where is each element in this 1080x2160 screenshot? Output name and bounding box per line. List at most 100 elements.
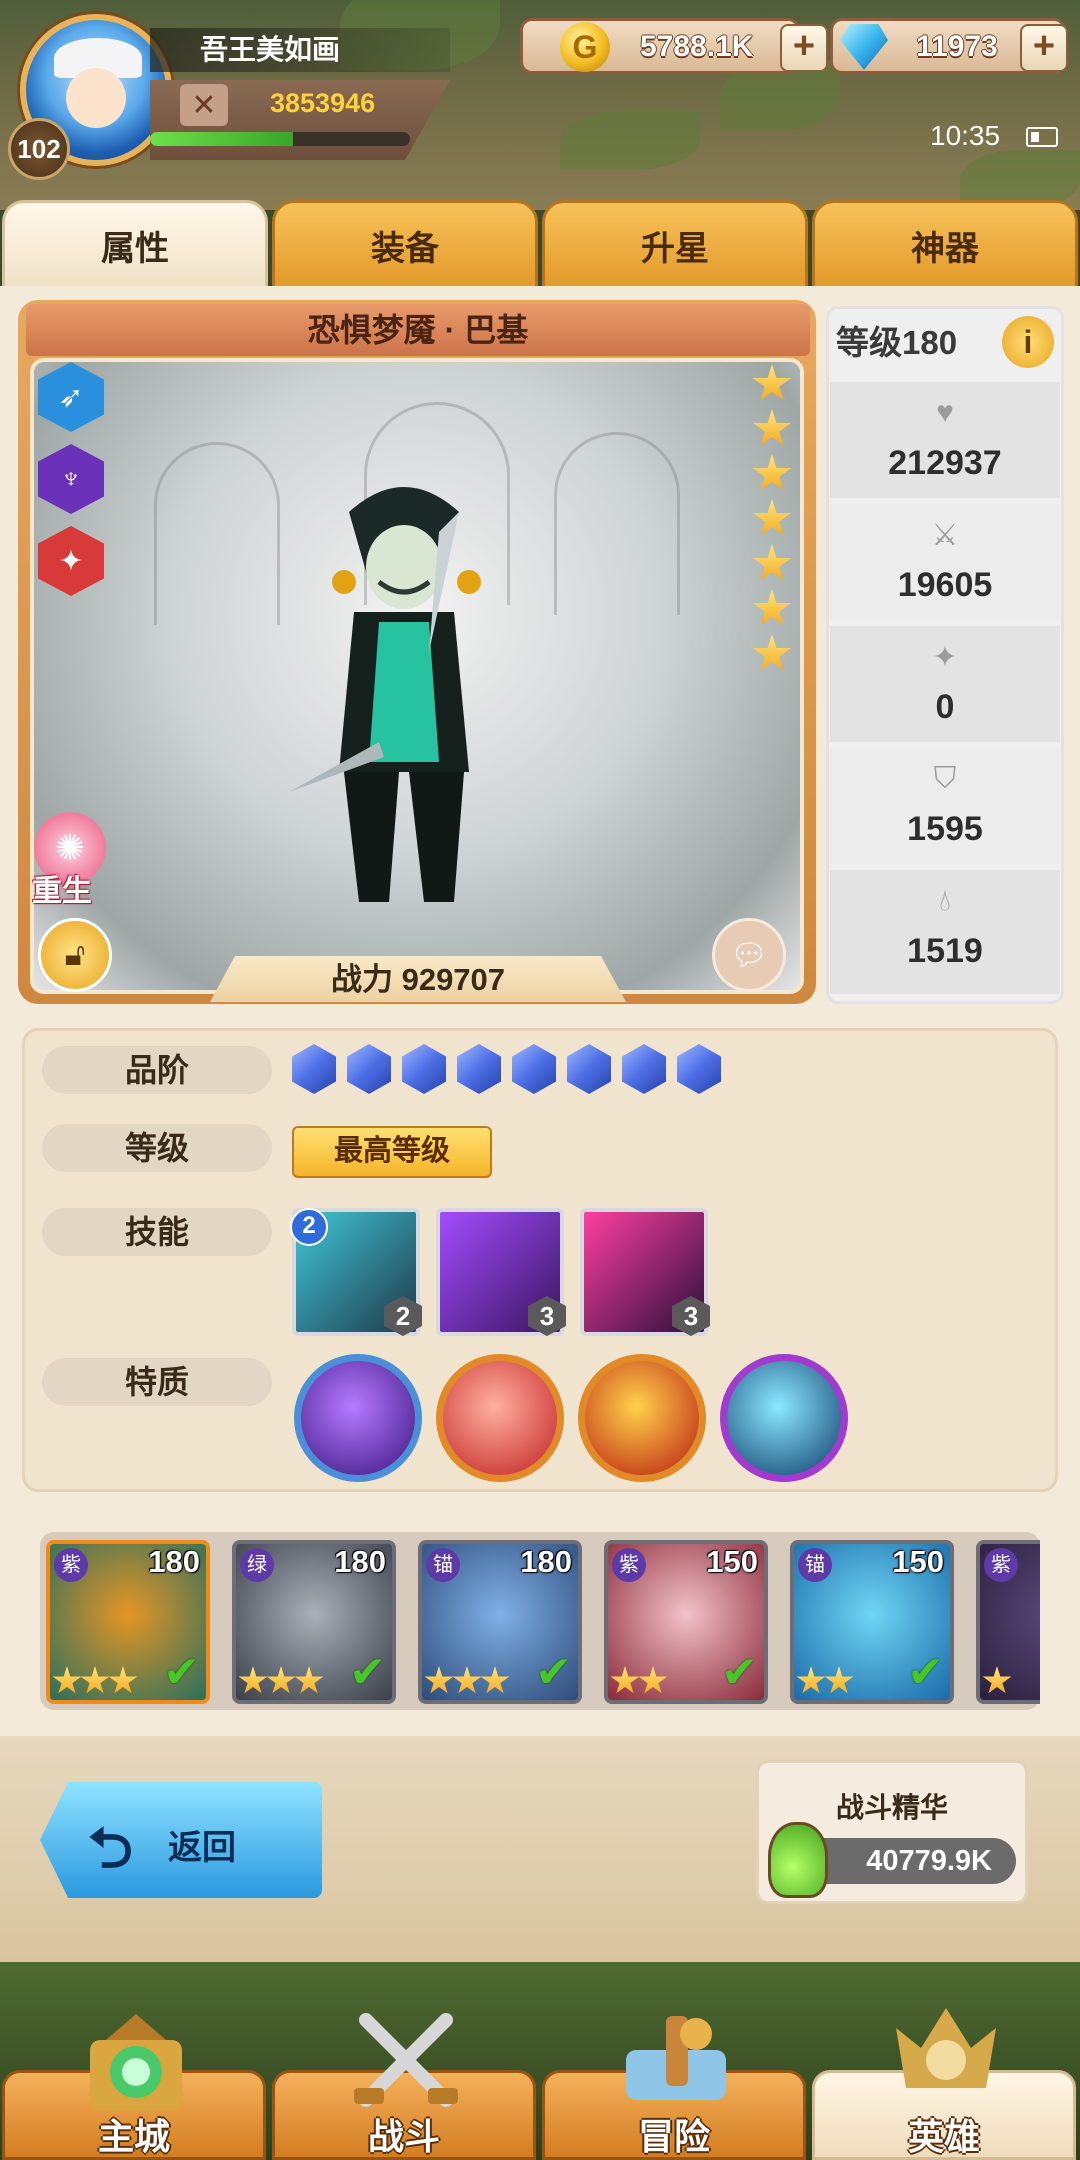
star-icon — [266, 1666, 296, 1694]
rebirth-label[interactable]: 重生 — [32, 866, 92, 910]
star-icon — [480, 1666, 510, 1694]
skill-upgrade-badge: 2 — [290, 1208, 328, 1246]
nav-hero-label: 英雄 — [907, 2116, 980, 2157]
hero-star-rating — [752, 364, 796, 679]
star-icon — [752, 499, 792, 536]
roster-hero-card[interactable]: 锚 150 ✔ — [790, 1540, 954, 1704]
back-arrow-icon: ⮌ — [88, 1816, 133, 1879]
star-icon — [982, 1666, 1012, 1694]
stat-speed-value: 1519 — [907, 932, 983, 970]
player-xp-fill — [150, 132, 293, 146]
rank-gem-icon — [567, 1044, 611, 1094]
hero-display-frame — [18, 300, 816, 1004]
hero-combat-power: 战力 929707 — [210, 956, 626, 1002]
battle-essence-title: 战斗精华 — [835, 1792, 948, 1823]
roster-hero-stars — [424, 1666, 510, 1696]
nav-battle-label: 战斗 — [367, 2116, 440, 2157]
back-button[interactable]: ⮌ 返回 — [40, 1782, 322, 1898]
roster-hero-card[interactable]: 紫 180 ✔ — [46, 1540, 210, 1704]
check-icon: ✔ — [535, 1648, 572, 1697]
trait-purple-prism-icon[interactable] — [294, 1354, 422, 1482]
stat-attack-value: 19605 — [897, 566, 993, 604]
faction-icon: 锚 — [426, 1548, 460, 1582]
check-icon: ✔ — [349, 1648, 386, 1697]
star-icon — [824, 1666, 854, 1694]
star-icon — [752, 409, 792, 446]
roster-hero-stars — [982, 1666, 1012, 1696]
chat-bubble-icon[interactable]: 💬︎ — [712, 918, 786, 992]
stat-hp-value: 212937 — [888, 444, 1002, 482]
rank-gem-icon — [512, 1044, 556, 1094]
stat-hp: ♥ 212937 — [830, 382, 1060, 498]
star-icon — [294, 1666, 324, 1694]
trait-blue-lightning-icon[interactable] — [720, 1354, 848, 1482]
stat-crit: ✦ 0 — [830, 626, 1060, 742]
skill-label: 技能 — [42, 1208, 272, 1256]
roster-hero-level: 180 — [148, 1544, 200, 1579]
roster-hero-level: 150 — [892, 1544, 944, 1579]
roster-hero-card[interactable]: 紫 — [976, 1540, 1040, 1704]
faction-icon: 紫 — [612, 1548, 646, 1582]
rank-gem-icon — [677, 1044, 721, 1094]
crit-star-icon: ✦ — [932, 641, 958, 674]
roster-hero-stars — [52, 1666, 138, 1696]
scroll-map-icon — [626, 2016, 726, 2100]
heart-icon: ♥ — [936, 396, 954, 429]
stat-speed: 💧︎ 1519 — [830, 870, 1060, 994]
max-level-badge: 最高等级 — [292, 1126, 492, 1178]
star-icon — [108, 1666, 138, 1694]
roster-hero-stars — [796, 1666, 854, 1696]
trait-label: 特质 — [42, 1358, 272, 1406]
faction-icon: 锚 — [798, 1548, 832, 1582]
rank-gem-icon — [292, 1044, 336, 1094]
roster-hero-level: 180 — [334, 1544, 386, 1579]
stat-crit-value: 0 — [935, 688, 955, 726]
stat-attack: ⚔ 19605 — [830, 504, 1060, 620]
rank-gem-icon — [457, 1044, 501, 1094]
trait-gold-shield-icon[interactable] — [578, 1354, 706, 1482]
roster-hero-card[interactable]: 绿 180 ✔ — [232, 1540, 396, 1704]
roster-hero-card[interactable]: 紫 150 ✔ — [604, 1540, 768, 1704]
roster-hero-card[interactable]: 锚 180 ✔ — [418, 1540, 582, 1704]
unlock-icon[interactable]: 🔓︎ — [38, 918, 112, 992]
rank-gem-icon — [622, 1044, 666, 1094]
tab-star-up[interactable]: 升星 — [542, 200, 808, 290]
castle-icon — [90, 2014, 182, 2110]
star-icon — [52, 1666, 82, 1694]
star-icon — [638, 1666, 668, 1694]
star-icon — [80, 1666, 110, 1694]
trait-red-slash-icon[interactable] — [436, 1354, 564, 1482]
info-button[interactable]: i — [1002, 316, 1054, 368]
tab-attributes[interactable]: 属性 — [2, 200, 268, 290]
add-gold-button[interactable]: + — [780, 24, 828, 72]
rank-label: 品阶 — [42, 1046, 272, 1094]
battle-essence-value: 40779.9K — [800, 1838, 1016, 1884]
gem-value: 11973 — [916, 30, 998, 63]
star-icon — [752, 634, 792, 671]
stat-defense: ⛉ 1595 — [830, 748, 1060, 864]
battery-icon — [1026, 127, 1058, 147]
faction-icon: 紫 — [54, 1548, 88, 1582]
star-icon — [238, 1666, 268, 1694]
gold-value: 5788.1K — [640, 30, 754, 63]
star-icon — [752, 544, 792, 581]
star-icon — [610, 1666, 640, 1694]
player-xp-bar — [150, 132, 410, 146]
clock: 10:35 — [930, 120, 1001, 151]
tab-equipment[interactable]: 装备 — [272, 200, 538, 290]
check-icon: ✔ — [163, 1648, 200, 1697]
player-level-badge: 102 — [8, 118, 70, 180]
star-icon — [796, 1666, 826, 1694]
rank-gem-icon — [402, 1044, 446, 1094]
hero-scene — [30, 358, 804, 994]
potion-icon — [768, 1822, 828, 1898]
roster-hero-level: 150 — [706, 1544, 758, 1579]
nav-main-city-label: 主城 — [97, 2116, 170, 2157]
faction-icon: 绿 — [240, 1548, 274, 1582]
sword-icon: ⚔ — [931, 519, 959, 552]
nav-adventure-label: 冒险 — [637, 2116, 710, 2157]
roster-hero-stars — [238, 1666, 324, 1696]
droplet-icon: 💧︎ — [939, 884, 951, 917]
tab-artifact[interactable]: 神器 — [812, 200, 1078, 290]
add-gems-button[interactable]: + — [1020, 24, 1068, 72]
